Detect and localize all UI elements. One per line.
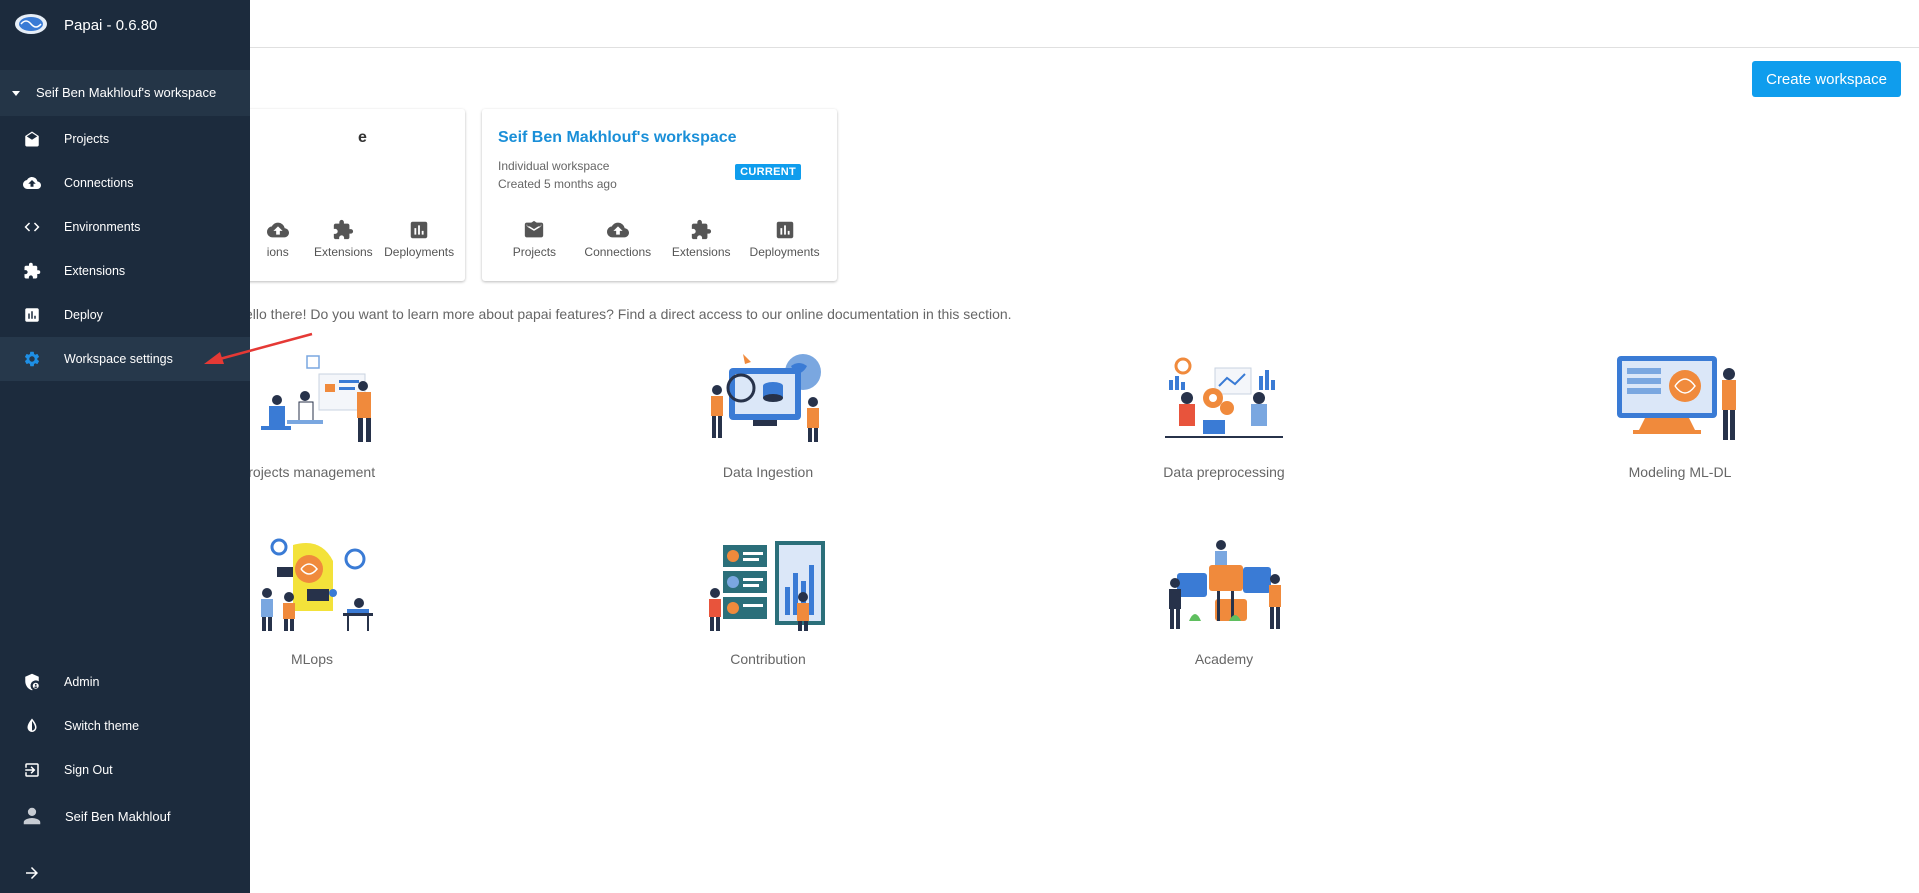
feature-label: MLops: [290, 651, 334, 667]
top-bar: [0, 0, 1919, 48]
sidebar-item-switch-theme[interactable]: Switch theme: [0, 704, 250, 748]
sidebar-item-user-profile[interactable]: Seif Ben Makhlouf: [0, 794, 250, 838]
bar-chart-icon: [410, 221, 428, 239]
inbox-icon: [525, 220, 544, 238]
feature-label: Contribution: [730, 651, 806, 667]
feature-label: Modeling ML-DL: [1628, 464, 1732, 480]
feature-label: Academy: [1194, 651, 1254, 667]
cloud-upload-icon: [266, 222, 289, 238]
sidebar-item-admin[interactable]: Admin: [0, 660, 250, 704]
modeling-ml-dl-illustration: [1617, 356, 1736, 440]
feature-label: Data Ingestion: [722, 464, 814, 480]
data-preprocessing-illustration: [1165, 357, 1283, 438]
gear-icon: [24, 351, 40, 367]
workspace-selector[interactable]: Seif Ben Makhlouf's workspace: [0, 70, 250, 116]
puzzle-icon: [24, 262, 41, 279]
bar-chart-icon: [776, 221, 793, 239]
workspace-card-current[interactable]: Seif Ben Makhlouf's workspace Individual…: [482, 109, 837, 281]
sidebar-item-environments[interactable]: Environments: [0, 205, 250, 249]
feature-label: Projects management: [238, 464, 376, 480]
feature-data-ingestion[interactable]: Data Ingestion: [638, 350, 898, 480]
contribution-illustration: [709, 541, 825, 631]
annotation-arrow: [204, 332, 313, 364]
sidebar-item-sign-out[interactable]: Sign Out: [0, 748, 250, 792]
workspace-created: Created 5 months ago: [498, 177, 617, 191]
sidebar-header: Papai - 0.6.80: [0, 0, 250, 52]
caret-down-icon: [12, 91, 20, 96]
mlops-illustration: [261, 538, 373, 631]
contrast-icon: [27, 718, 37, 732]
feature-modeling-ml-dl[interactable]: Modeling ML-DL: [1550, 350, 1810, 480]
inbox-icon: [25, 131, 39, 147]
feature-label: Data preprocessing: [1163, 464, 1285, 480]
cloud-upload-icon: [23, 177, 41, 189]
puzzle-icon: [334, 219, 354, 240]
app-title: Papai - 0.6.80: [64, 17, 158, 34]
card-action-connections[interactable]: Connections: [579, 219, 657, 259]
workspace-card-title: e: [358, 129, 367, 146]
admin-shield-icon: [25, 673, 39, 691]
puzzle-icon: [692, 219, 712, 240]
workspace-type: Individual workspace: [498, 159, 610, 173]
card-action-connections[interactable]: ions: [250, 219, 305, 259]
sidebar-item-connections[interactable]: Connections: [0, 161, 250, 205]
sidebar: Papai - 0.6.80 Seif Ben Makhlouf's works…: [0, 0, 250, 893]
card-action-extensions[interactable]: Extensions: [305, 219, 381, 259]
cloud-upload-icon: [606, 222, 629, 238]
sign-out-icon: [25, 763, 39, 777]
card-action-deployments[interactable]: Deployments: [746, 219, 824, 259]
academy-illustration: [1169, 540, 1281, 629]
feature-contribution[interactable]: Contribution: [638, 537, 898, 667]
user-icon: [23, 807, 41, 825]
status-badge: CURRENT: [735, 164, 801, 180]
workspace-selector-label: Seif Ben Makhlouf's workspace: [36, 85, 217, 100]
papai-logo: [15, 14, 47, 34]
data-ingestion-illustration: [711, 354, 821, 442]
card-action-projects[interactable]: Projects: [495, 219, 573, 259]
feature-data-preprocessing[interactable]: Data preprocessing: [1094, 350, 1354, 480]
workspace-card-title[interactable]: Seif Ben Makhlouf's workspace: [498, 129, 737, 147]
sidebar-item-extensions[interactable]: Extensions: [0, 249, 250, 293]
create-workspace-button[interactable]: Create workspace: [1752, 61, 1901, 97]
feature-academy[interactable]: Academy: [1094, 537, 1354, 667]
bar-chart-icon: [25, 308, 39, 322]
code-icon: [24, 222, 40, 232]
documentation-intro-text: ello there! Do you want to learn more ab…: [245, 306, 1012, 322]
card-action-deployments[interactable]: Deployments: [381, 219, 457, 259]
card-action-extensions[interactable]: Extensions: [662, 219, 740, 259]
expand-sidebar-arrow-icon[interactable]: [23, 864, 41, 882]
sidebar-item-projects[interactable]: Projects: [0, 117, 250, 161]
